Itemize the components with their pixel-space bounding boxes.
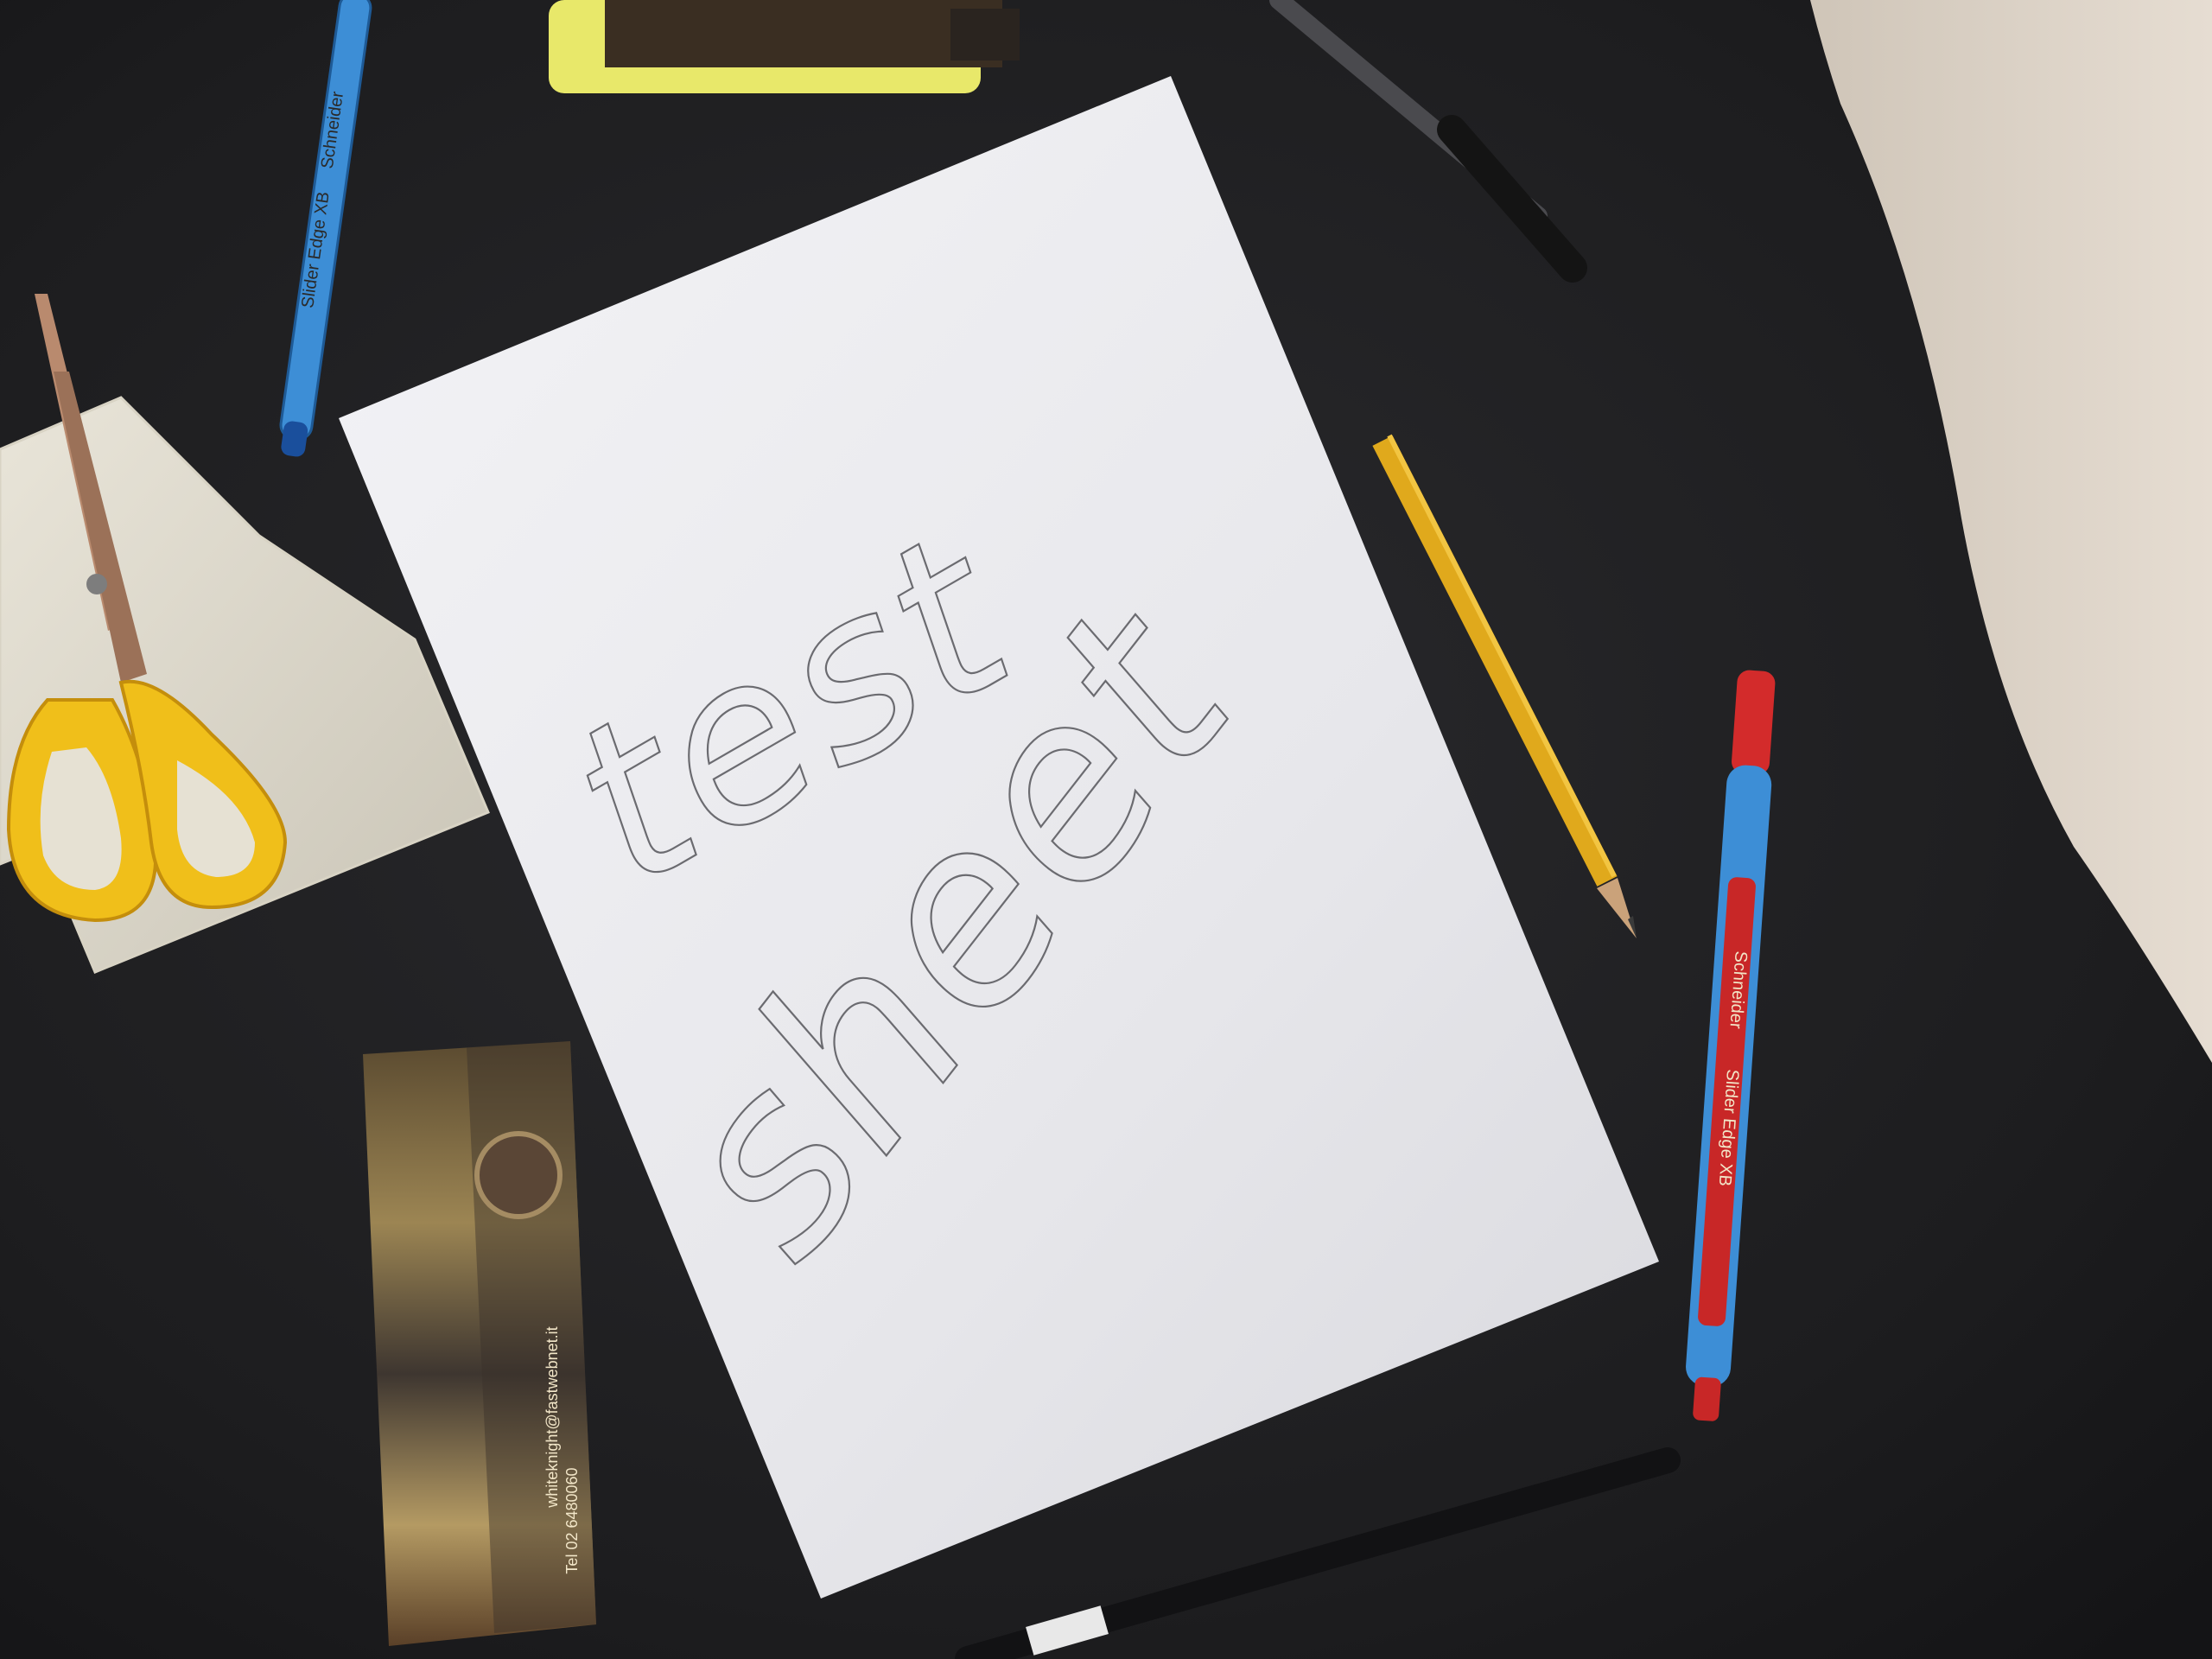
box-email: whiteknight@fastwebnet.it [543, 1326, 561, 1508]
box-phone: Tel 02 6480060 [563, 1467, 581, 1573]
highlighter [549, 0, 1020, 93]
box-emblem [474, 1131, 563, 1219]
decorative-box: whiteknight@fastwebnet.it Tel 02 6480060 [363, 1041, 596, 1646]
photo-canvas: Schneider Slider Edge XB test sheet Schn… [0, 0, 2212, 1659]
scissor-pivot [86, 574, 107, 594]
photo-scene: Schneider Slider Edge XB test sheet Schn… [0, 0, 2212, 1659]
